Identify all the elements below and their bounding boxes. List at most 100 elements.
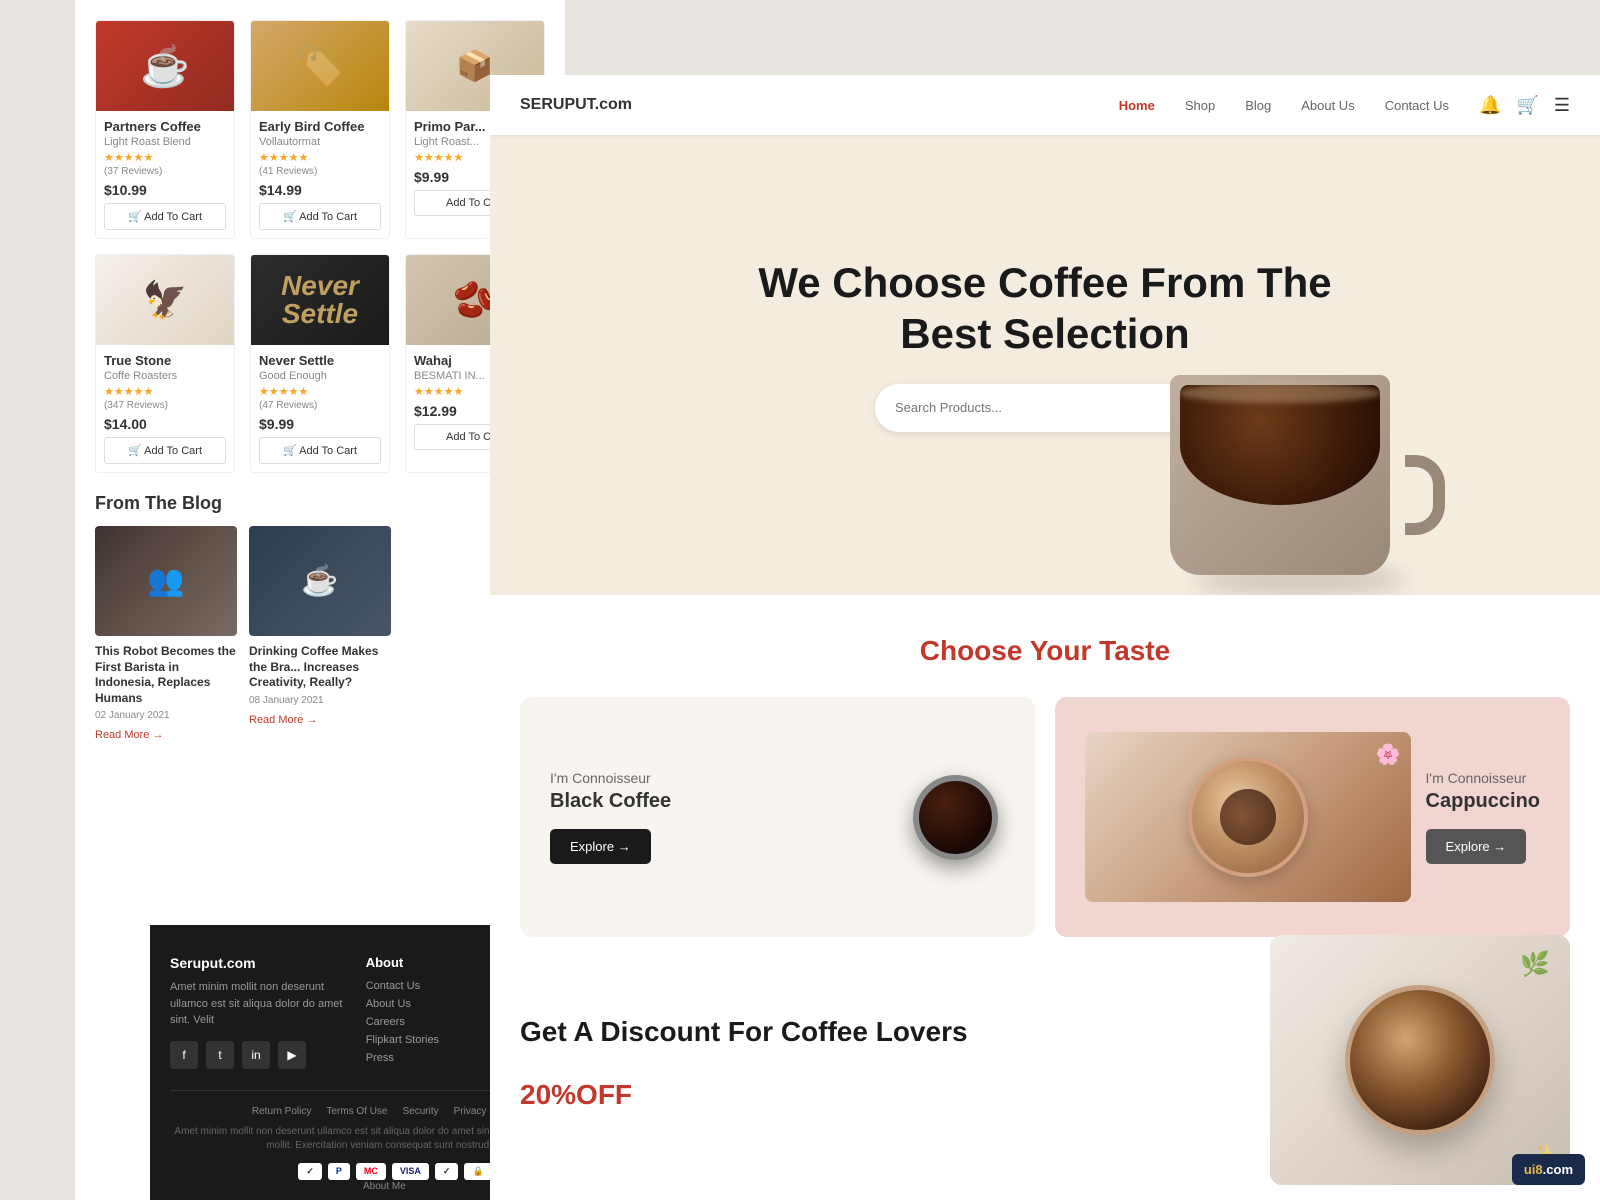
product-info: True Stone Coffe Roasters ★★★★★ (347 Rev…	[96, 345, 234, 472]
taste-label-cappuccino: I'm Connoisseur	[1426, 770, 1540, 786]
cart-icon[interactable]: 🛒	[1516, 95, 1538, 116]
add-to-cart-button[interactable]: 🛒 Add To Cart	[104, 203, 226, 230]
notification-icon[interactable]: 🔔	[1479, 95, 1501, 116]
footer-desc: Amet minim mollit non deserunt ullamco e…	[170, 979, 346, 1029]
product-card: 🏷️ Early Bird Coffee Vollautormat ★★★★★ …	[250, 20, 390, 239]
product-price: $14.00	[104, 416, 226, 432]
product-stars: ★★★★★	[104, 385, 226, 398]
product-reviews: (47 Reviews)	[259, 400, 381, 411]
product-sub: Light Roast Blend	[104, 136, 226, 148]
product-card: Never Settle Never Settle Good Enough ★★…	[250, 254, 390, 473]
product-stars: ★★★★★	[259, 151, 381, 164]
about-me-label: About Me	[363, 1181, 406, 1192]
add-to-cart-button[interactable]: 🛒 Add To Cart	[259, 437, 381, 464]
secure-icon: 🔒	[464, 1163, 491, 1180]
nav-blog[interactable]: Blog	[1245, 98, 1271, 113]
read-more-link-1[interactable]: Read More →	[95, 729, 163, 741]
taste-title: Choose Your Taste	[520, 635, 1570, 667]
product-image-truestone: 🦅	[96, 255, 234, 345]
read-more-link-2[interactable]: Read More →	[249, 714, 317, 726]
blog-grid: This Robot Becomes the First Barista in …	[95, 526, 545, 743]
discount-section: Get A Discount For Coffee Lovers 20%OFF …	[490, 895, 1600, 1200]
product-card: 🦅 True Stone Coffe Roasters ★★★★★ (347 R…	[95, 254, 235, 473]
product-name: True Stone	[104, 353, 226, 368]
footer-contact-link[interactable]: Contact Us	[366, 980, 483, 992]
discount-image: 🌿 ✨	[1270, 935, 1570, 1185]
product-sub: Vollautormat	[259, 136, 381, 148]
footer-stories-link[interactable]: Flipkart Stories	[366, 1034, 483, 1046]
nav-icons: 🔔 🛒 ☰	[1479, 95, 1570, 116]
add-to-cart-button[interactable]: 🛒 Add To Cart	[259, 203, 381, 230]
nav-contact[interactable]: Contact Us	[1385, 98, 1449, 113]
blog-card: This Robot Becomes the First Barista in …	[95, 526, 237, 743]
taste-card-text-cappuccino: I'm Connoisseur Cappuccino Explore →	[1426, 770, 1540, 864]
footer-terms-link[interactable]: Terms Of Use	[326, 1106, 387, 1117]
footer-aboutus-link[interactable]: About Us	[366, 998, 483, 1010]
product-info: Partners Coffee Light Roast Blend ★★★★★ …	[96, 111, 234, 238]
taste-name-black: Black Coffee	[550, 790, 671, 813]
ui8-icon: ui	[1524, 1162, 1536, 1177]
youtube-icon[interactable]: ▶	[278, 1041, 306, 1069]
explore-cappuccino-button[interactable]: Explore →	[1426, 829, 1527, 864]
facebook-icon[interactable]: f	[170, 1041, 198, 1069]
explore-black-button[interactable]: Explore →	[550, 829, 651, 864]
product-image-neversettle: Never Settle	[251, 255, 389, 345]
search-input[interactable]	[895, 400, 1175, 415]
search-bar: 🔍	[875, 384, 1215, 432]
right-panel: SERUPUT.com Home Shop Blog About Us Cont…	[490, 75, 1600, 1200]
footer-brand-name: Seruput.com	[170, 955, 346, 971]
product-price: $9.99	[259, 416, 381, 432]
blog-title-1: This Robot Becomes the First Barista in …	[95, 644, 237, 706]
footer-brand-col: Seruput.com Amet minim mollit non deseru…	[170, 955, 346, 1070]
menu-icon[interactable]: ☰	[1554, 95, 1570, 116]
nav-home[interactable]: Home	[1119, 98, 1155, 113]
blog-date-2: 08 January 2021	[249, 695, 391, 706]
footer-about-col: About Contact Us About Us Careers Flipka…	[366, 955, 483, 1070]
nav-about[interactable]: About Us	[1301, 98, 1354, 113]
product-sub: Coffe Roasters	[104, 370, 226, 382]
product-price: $10.99	[104, 182, 226, 198]
blog-title-2: Drinking Coffee Makes the Bra... Increas…	[249, 644, 391, 691]
nav-links: Home Shop Blog About Us Contact Us	[1119, 98, 1449, 113]
footer-privacy-link[interactable]: Privacy	[454, 1106, 487, 1117]
blog-card: Drinking Coffee Makes the Bra... Increas…	[249, 526, 391, 743]
cappuccino-image: 🌸	[1085, 732, 1411, 902]
footer-careers-link[interactable]: Careers	[366, 1016, 483, 1028]
discount-text: Get A Discount For Coffee Lovers 20%OFF	[520, 1014, 968, 1115]
blog-section-title: From The Blog	[95, 493, 545, 514]
product-name: Never Settle	[259, 353, 381, 368]
footer-press-link[interactable]: Press	[366, 1052, 483, 1064]
linkedin-icon[interactable]: in	[242, 1041, 270, 1069]
add-to-cart-button[interactable]: 🛒 Add To Cart	[104, 437, 226, 464]
blog-image-2	[249, 526, 391, 636]
verified-icon: ✓	[435, 1163, 459, 1180]
product-info: Never Settle Good Enough ★★★★★ (47 Revie…	[251, 345, 389, 472]
site-logo[interactable]: SERUPUT.com	[520, 96, 632, 114]
footer-about-heading: About	[366, 955, 483, 970]
product-image-partners: ☕	[96, 21, 234, 111]
taste-name-cappuccino: Cappuccino	[1426, 790, 1540, 813]
nav-shop[interactable]: Shop	[1185, 98, 1215, 113]
product-card: ☕ Partners Coffee Light Roast Blend ★★★★…	[95, 20, 235, 239]
discount-title: Get A Discount For Coffee Lovers	[520, 1014, 968, 1050]
footer-security-link[interactable]: Security	[402, 1106, 438, 1117]
product-name: Partners Coffee	[104, 119, 226, 134]
twitter-icon[interactable]: t	[206, 1041, 234, 1069]
product-reviews: (41 Reviews)	[259, 166, 381, 177]
visa-icon: VISA	[392, 1163, 429, 1180]
product-name: Early Bird Coffee	[259, 119, 381, 134]
product-stars: ★★★★★	[104, 151, 226, 164]
hero-coffee-image	[1170, 335, 1450, 595]
social-icons: f t in ▶	[170, 1041, 346, 1069]
ui8-badge: ui8.com	[1512, 1154, 1585, 1185]
taste-label-black: I'm Connoisseur	[550, 770, 671, 786]
product-stars: ★★★★★	[259, 385, 381, 398]
product-sub: Good Enough	[259, 370, 381, 382]
discount-amount: 20%OFF	[520, 1061, 968, 1116]
paypal-icon: P	[328, 1163, 350, 1180]
blog-image-1	[95, 526, 237, 636]
product-reviews: (37 Reviews)	[104, 166, 226, 177]
product-price: $14.99	[259, 182, 381, 198]
footer-return-link[interactable]: Return Policy	[252, 1106, 311, 1117]
product-image-early: 🏷️	[251, 21, 389, 111]
